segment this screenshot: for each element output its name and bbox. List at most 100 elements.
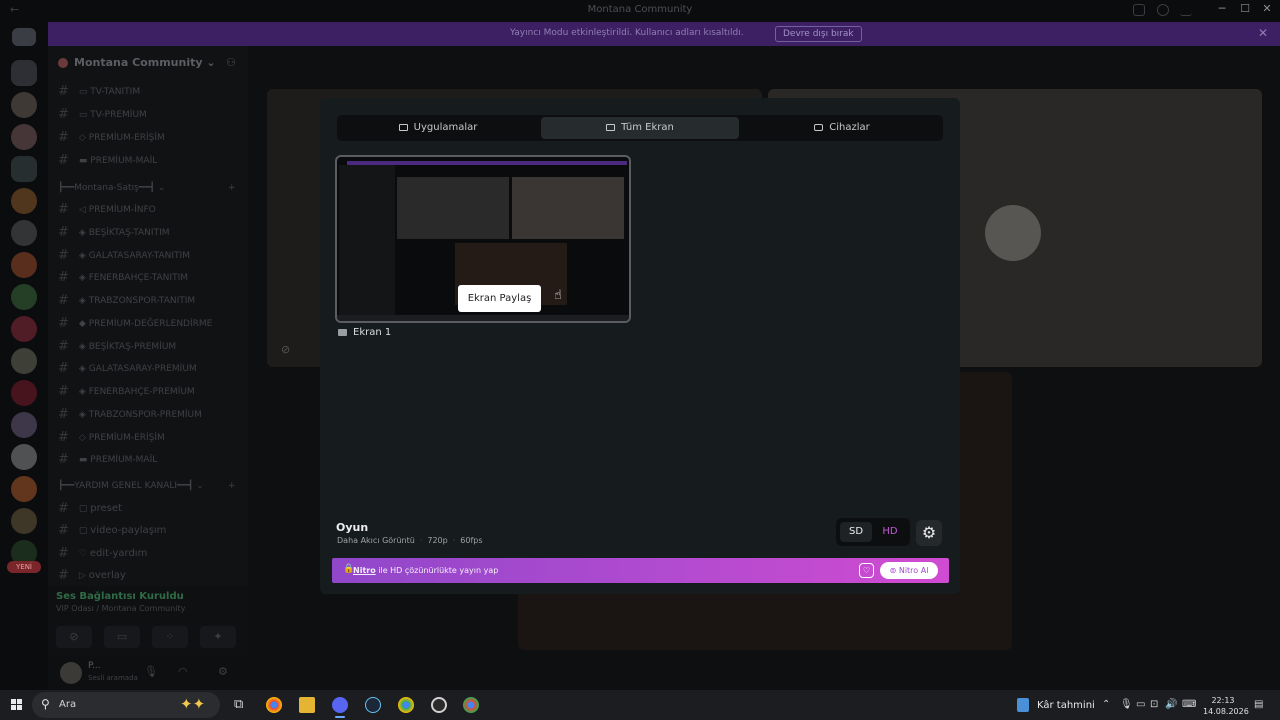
activities-icon[interactable]: ⁘ <box>152 626 188 648</box>
weather-widget[interactable]: Kâr tahmini <box>1017 698 1095 712</box>
channel-item[interactable]: # ◈ FENERBAHÇE-PREMİUM <box>58 384 195 399</box>
headphones-icon[interactable]: ◠ <box>178 665 188 678</box>
invite-people-icon[interactable]: ⚇ <box>226 56 236 69</box>
file-explorer-icon[interactable] <box>299 697 315 713</box>
channel-item[interactable]: # ◈ GALATASARAY-PREMİUM <box>58 361 197 376</box>
channel-category[interactable]: ┣━━Montana-Satış━━┫ ⌄ + <box>58 183 236 193</box>
channel-item[interactable]: # ♡ edit-yardım <box>58 546 147 561</box>
server-icon[interactable] <box>11 476 37 502</box>
tab-entire-screen[interactable]: Tüm Ekran <box>541 117 739 139</box>
tab-devices[interactable]: Cihazlar <box>743 117 941 139</box>
server-header[interactable]: Montana Community ⌄ <box>58 56 216 69</box>
download-icon[interactable] <box>1180 4 1192 16</box>
server-icon[interactable] <box>11 316 37 342</box>
chrome-icon[interactable] <box>398 697 414 713</box>
system-clock[interactable]: 22:13 14.08.2026 <box>1203 695 1249 717</box>
server-icon[interactable] <box>11 188 37 214</box>
server-icon[interactable] <box>11 508 37 534</box>
volume-icon[interactable]: 🔊 <box>1165 699 1177 710</box>
channel-item[interactable]: # ▬ PREMİUM-MAİL <box>58 452 157 467</box>
channel-item[interactable]: # ◇ PREMİUM-ERİŞİM <box>58 430 165 445</box>
server-icon[interactable] <box>11 348 37 374</box>
copilot-sparkle-icon: ✦✦ <box>180 695 206 713</box>
server-icon[interactable] <box>11 252 37 278</box>
server-icon[interactable] <box>11 380 37 406</box>
close-window-button[interactable]: ✕ <box>1257 2 1277 15</box>
settings-gear-icon[interactable]: ⚙ <box>218 665 228 678</box>
channel-item[interactable]: # ◈ TRABZONSPOR-PREMİUM <box>58 407 202 422</box>
keyboard-icon[interactable]: ⌨ <box>1182 699 1196 710</box>
channel-item[interactable]: # ◈ TRABZONSPOR-TANITIM <box>58 293 195 308</box>
minimize-button[interactable]: ─ <box>1212 2 1232 15</box>
channel-item[interactable]: # ▢ video-paylaşım <box>58 523 166 538</box>
window-title-bar: ← Montana Community ─ ☐ ✕ <box>0 0 1280 22</box>
share-screen-button[interactable]: Ekran Paylaş <box>458 285 541 312</box>
camera-off-icon[interactable]: ⊘ <box>56 626 92 648</box>
preview-taskbar <box>337 315 629 321</box>
taskbar-search[interactable]: ⚲ Ara ✦✦ <box>32 692 220 718</box>
channel-item[interactable]: # ◈ BEŞİKTAŞ-PREMİUM <box>58 339 176 354</box>
chrome-icon[interactable] <box>266 697 282 713</box>
chrome-icon[interactable] <box>463 697 479 713</box>
channel-item[interactable]: # ◆ PREMİUM-DEĞERLENDİRME <box>58 316 212 331</box>
preview-sidebar <box>339 165 395 315</box>
tab-applications[interactable]: Uygulamalar <box>339 117 537 139</box>
help-icon[interactable] <box>1157 4 1169 16</box>
steam-icon[interactable] <box>365 697 381 713</box>
channel-item[interactable]: # ▭ TV-PREMİUM <box>58 107 147 122</box>
preview-tile <box>512 177 624 239</box>
discord-taskbar-icon[interactable] <box>332 697 348 718</box>
server-icon[interactable] <box>11 124 37 150</box>
tray-chevron-icon[interactable]: ⌃ <box>1102 699 1110 710</box>
server-icon[interactable] <box>11 444 37 470</box>
user-name: P... <box>88 661 101 671</box>
channel-item[interactable]: # ◈ FENERBAHÇE-TANITIM <box>58 270 188 285</box>
server-icon[interactable] <box>11 284 37 310</box>
network-icon[interactable]: ⊡ <box>1150 699 1158 710</box>
server-icon[interactable] <box>11 60 37 86</box>
server-icon[interactable] <box>11 220 37 246</box>
channel-category[interactable]: ┣━━YARDIM GENEL KANALI━━┫ ⌄ + <box>58 481 236 491</box>
screen-preview-thumbnail[interactable]: Ekran Paylaş ☝ <box>335 155 631 323</box>
disable-streamer-mode-button[interactable]: Devre dışı bırak <box>775 26 862 42</box>
inbox-icon[interactable] <box>1133 4 1145 16</box>
server-icon[interactable] <box>11 92 37 118</box>
discord-home-icon[interactable] <box>12 28 36 46</box>
channel-item[interactable]: # ▢ preset <box>58 501 122 516</box>
clock-time: 22:13 <box>1211 696 1235 705</box>
weather-icon <box>1017 698 1029 712</box>
channel-item[interactable]: # ▷ overlay <box>58 568 126 583</box>
stream-settings-gear-icon[interactable]: ⚙ <box>916 520 942 546</box>
banner-close-icon[interactable]: ✕ <box>1258 26 1268 40</box>
task-view-icon[interactable]: ⧉ <box>234 697 243 712</box>
server-avatar <box>58 58 68 68</box>
voice-connected-status[interactable]: Ses Bağlantısı Kuruldu <box>56 591 184 602</box>
channel-item[interactable]: # ◈ GALATASARAY-TANITIM <box>58 248 190 263</box>
banner-message: Yayıncı Modu etkinleştirildi. Kullanıcı … <box>510 28 744 38</box>
server-icon[interactable] <box>11 156 37 182</box>
windows-start-icon[interactable] <box>11 699 23 711</box>
hd-option[interactable]: HD <box>874 522 906 542</box>
channel-item[interactable]: # ◈ BEŞİKTAŞ-TANITIM <box>58 225 169 240</box>
notifications-icon[interactable]: ▤ <box>1254 699 1263 710</box>
tray-app-icon[interactable]: ▭ <box>1136 699 1145 710</box>
streamer-mode-banner: Yayıncı Modu etkinleştirildi. Kullanıcı … <box>48 22 1280 46</box>
get-nitro-button[interactable]: ⊚ Nitro Al <box>880 562 938 579</box>
screen-share-icon[interactable]: ▭ <box>104 626 140 648</box>
app-icon[interactable] <box>431 697 447 713</box>
server-icon[interactable] <box>11 412 37 438</box>
voice-channel-name[interactable]: VIP Odası / Montana Community <box>56 604 185 613</box>
participant-avatar <box>985 205 1041 261</box>
channel-item[interactable]: # ◇ PREMİUM-ERİŞİM <box>58 130 165 145</box>
microphone-icon[interactable]: 🎙 <box>144 665 158 678</box>
soundboard-icon[interactable]: ✦ <box>200 626 236 648</box>
gift-heart-icon[interactable]: ♡ <box>859 563 874 578</box>
channel-item[interactable]: # ◁ PREMİUM-İNFO <box>58 202 156 217</box>
sd-option[interactable]: SD <box>840 522 872 542</box>
hand-cursor-icon: ☝ <box>554 288 562 303</box>
tray-microphone-icon[interactable]: 🎙 <box>1120 699 1133 710</box>
user-avatar[interactable] <box>60 662 82 684</box>
maximize-button[interactable]: ☐ <box>1235 2 1255 15</box>
channel-item[interactable]: # ▬ PREMİUM-MAİL <box>58 153 157 168</box>
channel-item[interactable]: # ▭ TV-TANITIM <box>58 84 140 99</box>
